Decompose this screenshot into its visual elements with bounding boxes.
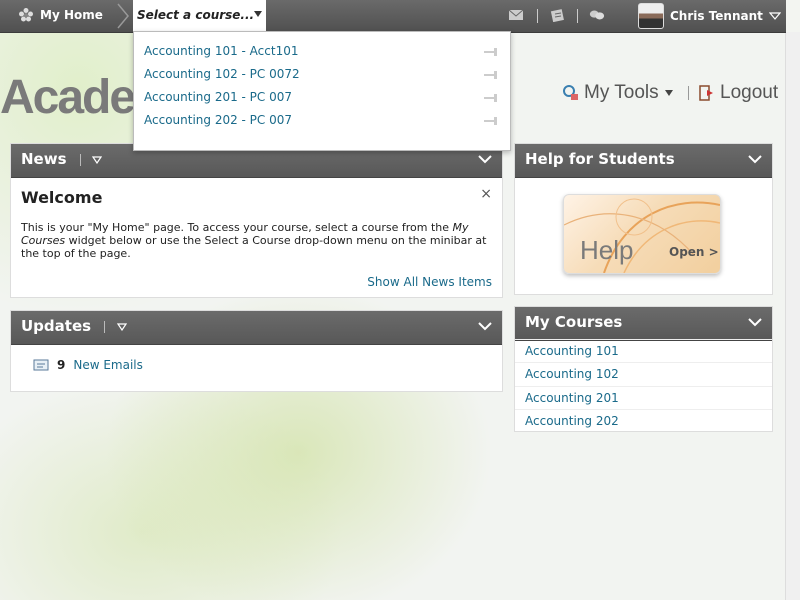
- help-banner-open: Open >: [669, 245, 719, 259]
- news-widget-body: Welcome × This is your "My Home" page. T…: [11, 178, 502, 268]
- news-widget: News Welcome × This is your "My Home" pa…: [10, 143, 503, 298]
- user-name: Chris Tennant: [670, 9, 763, 23]
- user-menu[interactable]: Chris Tennant: [638, 3, 781, 29]
- course-dropdown-item-label: Accounting 102 - PC 0072: [144, 67, 300, 81]
- collapse-chevron-icon[interactable]: [478, 321, 492, 331]
- pin-icon[interactable]: [483, 92, 499, 104]
- course-dropdown-item[interactable]: Accounting 202 - PC 007: [144, 113, 499, 133]
- updates-widget: Updates 9 New Emails: [10, 310, 503, 392]
- course-dropdown-item[interactable]: Accounting 201 - PC 007: [144, 90, 499, 110]
- chevron-down-icon: [768, 12, 781, 20]
- news-text-part: This is your "My Home" page. To access y…: [21, 221, 453, 234]
- my-courses-item[interactable]: Accounting 101: [515, 339, 772, 362]
- caret-down-icon: [664, 90, 673, 96]
- tools-icon: [563, 85, 578, 100]
- logout-link[interactable]: Logout: [698, 82, 778, 104]
- pin-icon[interactable]: [483, 115, 499, 127]
- breadcrumb-chevron-icon: [117, 3, 129, 29]
- course-selector-label: Select a course...: [137, 8, 255, 22]
- help-banner-button[interactable]: Help Open >: [563, 194, 721, 274]
- collapse-chevron-icon[interactable]: [478, 154, 492, 164]
- close-icon[interactable]: ×: [480, 186, 492, 202]
- my-courses-widget-header: My Courses: [515, 307, 772, 341]
- home-flower-icon: [19, 8, 33, 22]
- course-dropdown-item[interactable]: Accounting 101 - Acct101: [144, 44, 499, 64]
- new-email-count: 9: [57, 358, 66, 372]
- divider: [537, 9, 538, 23]
- my-tools-label: My Tools: [584, 82, 659, 103]
- collapse-chevron-icon[interactable]: [748, 317, 762, 327]
- pin-icon[interactable]: [483, 69, 499, 81]
- new-emails-link[interactable]: New Emails: [73, 358, 143, 372]
- logout-icon: [699, 85, 713, 101]
- widget-menu-icon[interactable]: [116, 322, 127, 331]
- course-dropdown-item-label: Accounting 202 - PC 007: [144, 113, 293, 127]
- show-all-news-link[interactable]: Show All News Items: [367, 275, 492, 289]
- help-widget: Help for Students Help Open >: [514, 143, 773, 295]
- updates-email-row[interactable]: 9 New Emails: [33, 358, 143, 372]
- course-selector[interactable]: Select a course...: [133, 0, 266, 31]
- divider: [688, 86, 689, 100]
- minibar: My Home Select a course... Chris Tennant: [0, 0, 786, 33]
- email-icon: [33, 359, 49, 371]
- widget-menu-icon[interactable]: [91, 155, 102, 164]
- caret-down-icon: [254, 11, 262, 17]
- news-item-title: Welcome: [21, 188, 103, 207]
- avatar: [638, 3, 664, 29]
- my-home-link[interactable]: My Home: [18, 7, 103, 23]
- my-tools-menu[interactable]: My Tools: [562, 82, 673, 104]
- help-widget-title: Help for Students: [525, 150, 675, 168]
- divider: [577, 9, 578, 23]
- subscription-alerts-icon[interactable]: [589, 8, 605, 22]
- divider: [104, 320, 106, 333]
- updates-alerts-icon[interactable]: [550, 8, 566, 22]
- course-dropdown-item-label: Accounting 101 - Acct101: [144, 44, 299, 58]
- updates-widget-title: Updates: [21, 317, 92, 335]
- divider: [79, 153, 81, 166]
- my-courses-item[interactable]: Accounting 201: [515, 386, 772, 409]
- my-courses-widget: My Courses Accounting 101 Accounting 102…: [514, 306, 773, 432]
- my-courses-item[interactable]: Accounting 202: [515, 409, 772, 432]
- collapse-chevron-icon[interactable]: [748, 154, 762, 164]
- my-home-label: My Home: [40, 8, 103, 22]
- pin-icon[interactable]: [483, 46, 499, 58]
- news-text-part: widget below or use the Select a Course …: [21, 234, 487, 260]
- news-item-text: This is your "My Home" page. To access y…: [21, 221, 492, 260]
- course-dropdown-menu: Accounting 101 - Acct101 Accounting 102 …: [133, 31, 511, 151]
- vertical-scrollbar[interactable]: [785, 32, 800, 600]
- help-widget-header: Help for Students: [515, 144, 772, 178]
- message-alerts-icon[interactable]: [508, 8, 524, 22]
- news-widget-title: News: [21, 150, 67, 168]
- logout-label: Logout: [720, 82, 779, 103]
- my-courses-widget-title: My Courses: [525, 313, 623, 331]
- course-dropdown-item[interactable]: Accounting 102 - PC 0072: [144, 67, 499, 87]
- course-dropdown-item-label: Accounting 201 - PC 007: [144, 90, 293, 104]
- my-courses-item[interactable]: Accounting 102: [515, 362, 772, 385]
- institution-logo: Acade: [0, 71, 136, 124]
- updates-widget-header: Updates: [11, 311, 502, 345]
- help-banner-word: Help: [580, 235, 634, 265]
